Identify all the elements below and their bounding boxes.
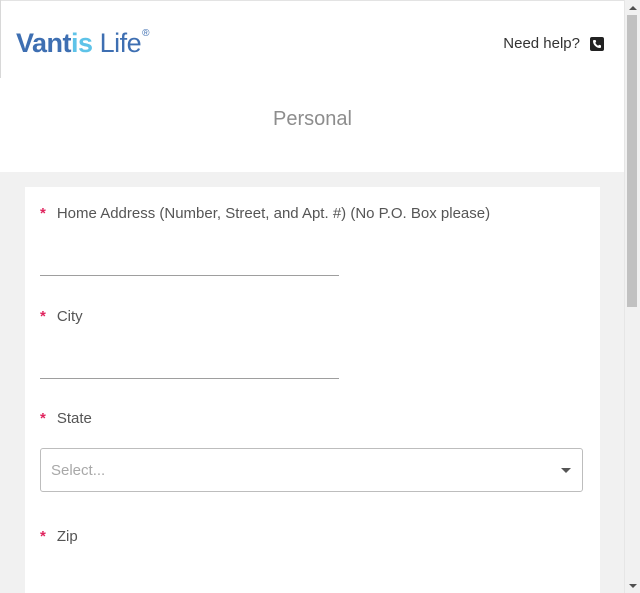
zip-label: * Zip	[40, 528, 78, 545]
vantis-life-logo[interactable]: Vantis Life®	[16, 24, 149, 58]
scroll-up-triangle	[628, 5, 637, 10]
need-help-label: Need help?	[503, 35, 580, 52]
state-select-placeholder: Select...	[51, 461, 106, 479]
phone-icon[interactable]	[590, 36, 604, 51]
state-label-text: State	[56, 410, 92, 427]
home-address-label: * Home Address (Number, Street, and Apt. …	[40, 205, 490, 222]
page-title: Personal	[273, 108, 352, 130]
required-asterisk: *	[40, 205, 46, 222]
scroll-down-triangle	[628, 583, 637, 588]
logo-text-is: is	[71, 28, 93, 58]
scrollbar-thumb[interactable]	[627, 15, 637, 307]
zip-label-text: Zip	[56, 528, 78, 545]
required-asterisk: *	[40, 528, 46, 545]
logo-text-life: Life	[92, 28, 142, 58]
caret-down-icon	[561, 467, 571, 473]
required-asterisk: *	[40, 308, 46, 325]
logo-registered-mark: ®	[142, 28, 149, 39]
city-input[interactable]	[40, 352, 339, 379]
vertical-scrollbar[interactable]	[624, 0, 640, 593]
phone-glyph	[593, 39, 601, 48]
scroll-down-arrow-icon[interactable]	[625, 578, 640, 593]
required-asterisk: *	[40, 410, 46, 427]
header-left-border	[0, 0, 1, 78]
need-help-link[interactable]: Need help?	[503, 35, 604, 52]
page-viewport: Vantis Life® Need help? Personal * Home A…	[0, 0, 625, 593]
site-header: Vantis Life® Need help? Personal	[0, 0, 625, 172]
city-label-text: City	[56, 308, 83, 325]
city-label: * City	[40, 308, 83, 325]
home-address-input[interactable]	[40, 249, 339, 276]
scroll-up-arrow-icon[interactable]	[625, 0, 640, 15]
header-top-border	[0, 0, 625, 1]
state-select[interactable]: Select...	[40, 448, 583, 492]
state-label: * State	[40, 410, 92, 427]
logo-text-vant: Vant	[16, 28, 72, 58]
home-address-label-text: Home Address (Number, Street, and Apt. #…	[56, 205, 491, 222]
personal-form-card: * Home Address (Number, Street, and Apt. …	[25, 187, 600, 593]
